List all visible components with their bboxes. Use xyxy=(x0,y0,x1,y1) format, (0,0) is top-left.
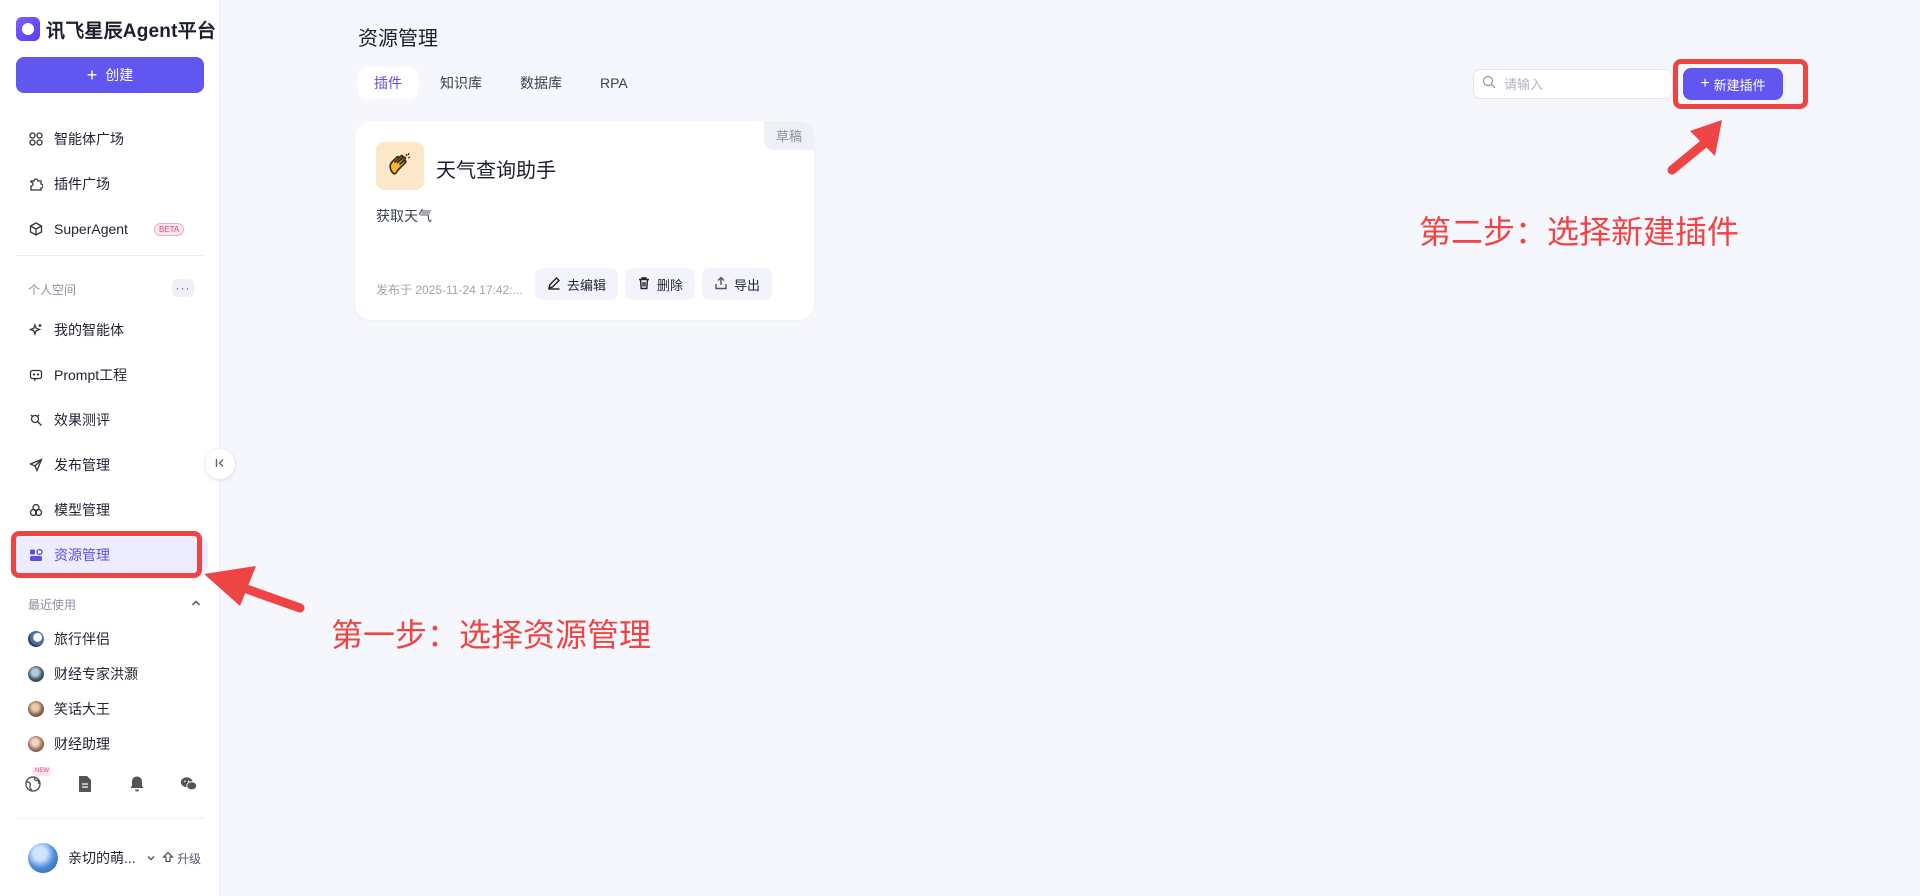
sidebar-item-label: 模型管理 xyxy=(54,502,110,518)
sidebar-item-my-agents[interactable]: 我的智能体 xyxy=(12,312,208,348)
brand[interactable]: 讯飞星辰Agent平台 xyxy=(16,16,216,42)
sidebar-item-evaluation[interactable]: 效果测评 xyxy=(12,402,208,438)
sidebar-item-label: 效果测评 xyxy=(54,412,110,428)
hexagon-icon xyxy=(28,221,44,237)
sidebar-item-agent-square[interactable]: 智能体广场 xyxy=(12,121,208,157)
plugin-description: 获取天气 xyxy=(376,208,432,224)
send-icon xyxy=(28,457,44,473)
magnifier-avatar-icon xyxy=(28,631,44,647)
beta-badge: BETA xyxy=(153,222,185,236)
model-icon xyxy=(28,502,44,518)
avatar xyxy=(28,843,58,873)
recent-item-joke-king[interactable]: 笑话大王 xyxy=(12,694,208,724)
brand-logo-icon xyxy=(16,17,40,41)
recent-item-travel[interactable]: 旅行伴侣 xyxy=(12,624,208,654)
collapse-left-icon xyxy=(214,457,226,472)
upgrade-label: 升级 xyxy=(177,852,202,866)
document-icon[interactable] xyxy=(76,775,94,793)
bell-icon[interactable] xyxy=(128,775,146,793)
clapping-hands-icon xyxy=(376,142,424,190)
sidebar-item-superagent[interactable]: SuperAgent BETA xyxy=(12,211,208,247)
page-title: 资源管理 xyxy=(358,28,438,50)
recent-label: 最近使用 xyxy=(28,598,77,612)
sidebar-footer: NEW xyxy=(24,767,198,793)
tab-rpa[interactable]: RPA xyxy=(584,67,644,99)
edit-label: 去编辑 xyxy=(567,277,607,293)
annotation-highlight-resource xyxy=(11,531,202,578)
sidebar-item-label: 智能体广场 xyxy=(54,131,124,147)
search-box xyxy=(1473,69,1673,99)
export-button[interactable]: 导出 xyxy=(702,268,773,300)
create-button[interactable]: + 创建 xyxy=(16,57,204,93)
annotation-arrows xyxy=(204,120,1722,613)
tab-knowledge-base[interactable]: 知识库 xyxy=(424,67,498,99)
sidebar-item-label: 插件广场 xyxy=(54,176,110,192)
delete-button[interactable]: 删除 xyxy=(625,268,696,300)
export-label: 导出 xyxy=(734,277,761,293)
new-badge: NEW xyxy=(32,767,52,776)
recent-item-label: 旅行伴侣 xyxy=(54,631,110,647)
annotation-step2-text: 第二步：选择新建插件 xyxy=(1419,214,1740,250)
pencil-icon xyxy=(547,276,561,293)
create-button-label: 创建 xyxy=(105,67,134,83)
tab-database[interactable]: 数据库 xyxy=(504,67,578,99)
status-badge: 草稿 xyxy=(763,121,814,150)
export-icon xyxy=(714,276,728,293)
user-name: 亲切的萌... xyxy=(68,850,136,866)
search-icon xyxy=(1482,75,1496,94)
sidebar-item-plugin-square[interactable]: 插件广场 xyxy=(12,166,208,202)
upgrade-icon xyxy=(161,851,175,866)
sparkle-icon xyxy=(28,322,44,338)
globe-icon[interactable]: NEW xyxy=(24,767,52,793)
wechat-icon[interactable] xyxy=(180,775,198,793)
search-input[interactable] xyxy=(1504,76,1654,92)
sidebar-item-label: 发布管理 xyxy=(54,457,110,473)
edit-button[interactable]: 去编辑 xyxy=(535,268,619,300)
chat-icon xyxy=(28,367,44,383)
recent-item-label: 笑话大王 xyxy=(54,701,110,717)
plugin-card[interactable]: 草稿 天气查询助手 获取天气 发布于 2025-11-24 17:42:... … xyxy=(355,121,814,320)
recent-item-finance-assistant[interactable]: 财经助理 xyxy=(12,729,208,759)
sidebar-divider xyxy=(16,818,204,819)
chevron-down-icon xyxy=(146,850,156,866)
sidebar: 讯飞星辰Agent平台 + 创建 智能体广场 插件广场 SuperAgent B… xyxy=(0,0,220,896)
avatar xyxy=(28,701,44,717)
sidebar-item-label: 我的智能体 xyxy=(54,322,124,338)
sidebar-divider xyxy=(16,255,204,256)
recent-item-label: 财经助理 xyxy=(54,736,110,752)
trash-icon xyxy=(637,276,651,293)
tab-plugins[interactable]: 插件 xyxy=(358,67,418,99)
annotation-highlight-new-plugin xyxy=(1673,59,1808,109)
more-options-button[interactable]: ··· xyxy=(172,279,194,297)
avatar xyxy=(28,736,44,752)
upgrade-button[interactable]: 升级 xyxy=(161,850,202,867)
sidebar-item-label: Prompt工程 xyxy=(54,367,128,383)
collapse-sidebar-button[interactable] xyxy=(205,449,235,479)
personal-space-label: 个人空间 xyxy=(28,283,77,297)
resource-tabs: 插件 知识库 数据库 RPA xyxy=(358,67,644,99)
delete-label: 删除 xyxy=(657,277,684,293)
sidebar-item-prompt-engineering[interactable]: Prompt工程 xyxy=(12,357,208,393)
plus-icon: + xyxy=(86,65,98,85)
brand-name: 讯飞星辰Agent平台 xyxy=(46,20,217,42)
puzzle-icon xyxy=(28,176,44,192)
grid-icon xyxy=(28,131,44,147)
recent-item-finance-expert[interactable]: 财经专家洪灏 xyxy=(12,659,208,689)
recent-item-label: 财经专家洪灏 xyxy=(54,666,138,682)
publish-date: 发布于 2025-11-24 17:42:... xyxy=(376,283,523,297)
user-profile[interactable]: 亲切的萌... xyxy=(28,843,156,873)
plugin-title: 天气查询助手 xyxy=(436,160,556,182)
sidebar-item-publish-management[interactable]: 发布管理 xyxy=(12,447,208,483)
evaluate-icon xyxy=(28,412,44,428)
sidebar-item-model-management[interactable]: 模型管理 xyxy=(12,492,208,528)
card-actions: 去编辑 删除 导出 xyxy=(535,268,773,300)
avatar xyxy=(28,666,44,682)
chevron-up-icon[interactable] xyxy=(190,597,202,612)
annotation-arrow-step2 xyxy=(1667,120,1722,175)
annotation-step1-text: 第一步：选择资源管理 xyxy=(331,617,652,653)
sidebar-item-label: SuperAgent xyxy=(54,221,128,237)
